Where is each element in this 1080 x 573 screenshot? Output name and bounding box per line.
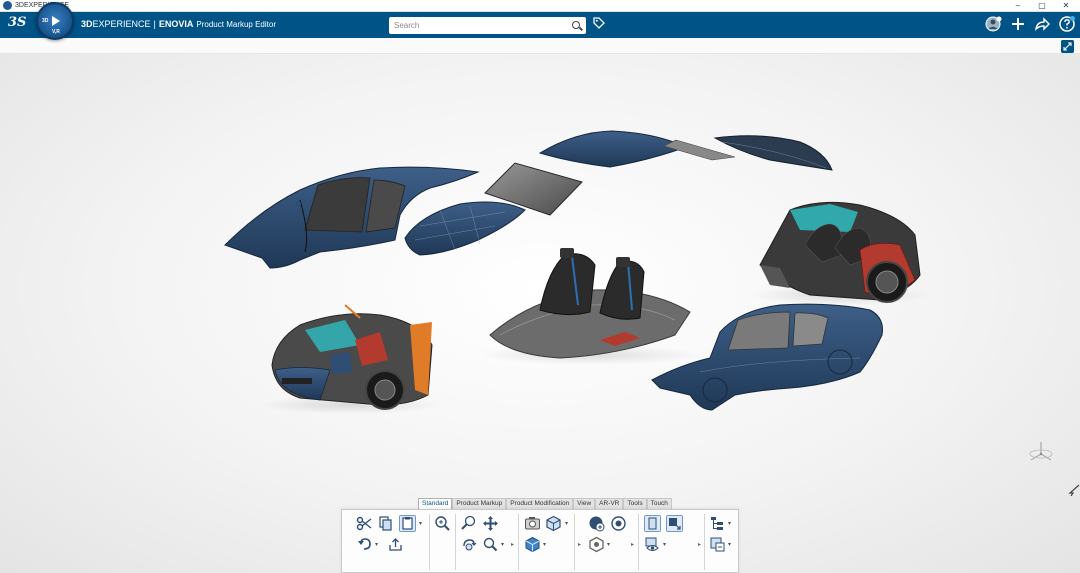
rear-section[interactable] <box>750 201 930 305</box>
tab-product-markup[interactable]: Product Markup <box>452 498 507 509</box>
roof-panel[interactable] <box>538 130 736 168</box>
separator <box>429 514 430 570</box>
fullscreen-icon[interactable] <box>1061 40 1074 53</box>
shading-cube-icon[interactable] <box>524 536 541 553</box>
zoom-fit-icon[interactable] <box>434 515 451 532</box>
tab-ar-vr[interactable]: AR-VR <box>595 498 624 509</box>
search-input[interactable] <box>394 18 564 33</box>
secondary-toolbar <box>0 38 1080 54</box>
separator <box>518 514 519 570</box>
render-dropdown-icon[interactable]: ▾ <box>607 541 610 548</box>
swap-visible-space-icon[interactable] <box>666 515 683 532</box>
compass-widget[interactable]: 3D V,R <box>36 2 74 40</box>
brand-3d: 3D <box>81 19 93 29</box>
undo-icon[interactable] <box>356 536 373 553</box>
front-engine-section[interactable] <box>260 304 440 414</box>
brand-separator: | <box>153 19 156 29</box>
compass-play-icon[interactable] <box>52 16 60 26</box>
user-avatar-icon[interactable] <box>985 15 1003 33</box>
dassault-logo-icon[interactable]: 3S <box>8 15 26 30</box>
separator <box>704 514 705 570</box>
action-bar-commands: ▾ ▾ ▾ ▸ ▾ ▾ ▸ ▾ ▸ ▾ ▸ ▾ ▾ <box>341 509 739 573</box>
window-titlebar: 3DEXPERIENCE – ▢ ✕ <box>0 0 1080 12</box>
share-icon[interactable] <box>1033 15 1051 33</box>
exploded-car-model[interactable] <box>0 54 1080 573</box>
view-cube-dropdown-icon[interactable]: ▾ <box>565 520 568 527</box>
separator <box>574 514 575 570</box>
copy-icon[interactable] <box>377 515 394 532</box>
compass-3d-label: 3D <box>42 18 49 24</box>
undo-dropdown-icon[interactable]: ▾ <box>375 541 378 548</box>
view-cube-icon[interactable] <box>545 515 562 532</box>
separator <box>455 514 456 570</box>
tag-icon[interactable] <box>593 17 605 29</box>
ambience-icon[interactable] <box>610 515 627 532</box>
minimize-button[interactable]: – <box>1006 0 1030 12</box>
brand-experience: EXPERIENCE <box>92 19 151 29</box>
maximize-button[interactable]: ▢ <box>1030 0 1054 12</box>
hood-panel[interactable] <box>404 201 526 256</box>
orientation-axis-icon[interactable] <box>1026 438 1056 468</box>
brand-enovia: ENOVIA <box>158 19 194 29</box>
group-expand-arrow-icon[interactable]: ▸ <box>698 541 701 548</box>
tree-dropdown-icon[interactable]: ▾ <box>728 520 731 527</box>
app-name: Product Markup Editor <box>196 20 276 29</box>
search-icon[interactable] <box>572 21 580 29</box>
tab-view[interactable]: View <box>573 498 596 509</box>
zoom-dropdown-icon[interactable]: ▾ <box>501 541 504 548</box>
structure-dropdown-icon[interactable]: ▾ <box>728 541 731 548</box>
zoom-icon[interactable] <box>482 536 499 553</box>
app-brand: 3DEXPERIENCE | ENOVIA Product Markup Editor <box>81 19 276 29</box>
capture-icon[interactable] <box>524 515 541 532</box>
visibility-eye-icon[interactable] <box>644 536 661 553</box>
action-bar: Standard Product Markup Product Modifica… <box>341 498 739 573</box>
render-settings-icon[interactable] <box>588 536 605 553</box>
help-icon[interactable] <box>1058 15 1076 33</box>
action-bar-tabs: Standard Product Markup Product Modifica… <box>418 498 672 509</box>
cut-icon[interactable] <box>356 515 373 532</box>
group-expand-arrow-icon[interactable]: ▸ <box>511 541 514 548</box>
mouse-cursor-icon <box>1068 484 1080 496</box>
3d-viewport[interactable] <box>0 54 1080 573</box>
clipping-icon[interactable] <box>588 515 605 532</box>
tab-touch[interactable]: Touch <box>646 498 672 509</box>
compass-vr-label: V,R <box>52 29 60 35</box>
paste-icon[interactable] <box>399 515 416 532</box>
export-icon[interactable] <box>387 536 404 553</box>
rotate-icon[interactable] <box>460 536 477 553</box>
shading-dropdown-icon[interactable]: ▾ <box>543 541 546 548</box>
tree-expand-icon[interactable] <box>709 515 726 532</box>
tab-tools[interactable]: Tools <box>623 498 647 509</box>
pan-icon[interactable] <box>482 515 499 532</box>
group-expand-arrow-icon[interactable]: ▸ <box>631 541 634 548</box>
rear-deck-panel[interactable] <box>713 135 833 171</box>
paste-dropdown-icon[interactable]: ▾ <box>419 520 422 527</box>
visibility-dropdown-icon[interactable]: ▾ <box>663 541 666 548</box>
product-structure-icon[interactable] <box>709 536 726 553</box>
close-button[interactable]: ✕ <box>1054 0 1078 12</box>
plus-icon[interactable] <box>1009 15 1027 33</box>
tab-product-modification[interactable]: Product Modification <box>506 498 574 509</box>
search-box <box>389 17 586 34</box>
hide-show-icon[interactable] <box>644 515 661 532</box>
separator <box>638 514 639 570</box>
group-expand-arrow-icon[interactable]: ▸ <box>578 541 581 548</box>
top-bar: 3S 3DEXPERIENCE | ENOVIA Product Markup Edi… <box>0 12 1080 38</box>
app-icon <box>3 1 12 10</box>
zoom-in-out-icon[interactable] <box>460 515 477 532</box>
tab-standard[interactable]: Standard <box>418 498 453 509</box>
floor-with-front-seats[interactable] <box>480 248 700 365</box>
